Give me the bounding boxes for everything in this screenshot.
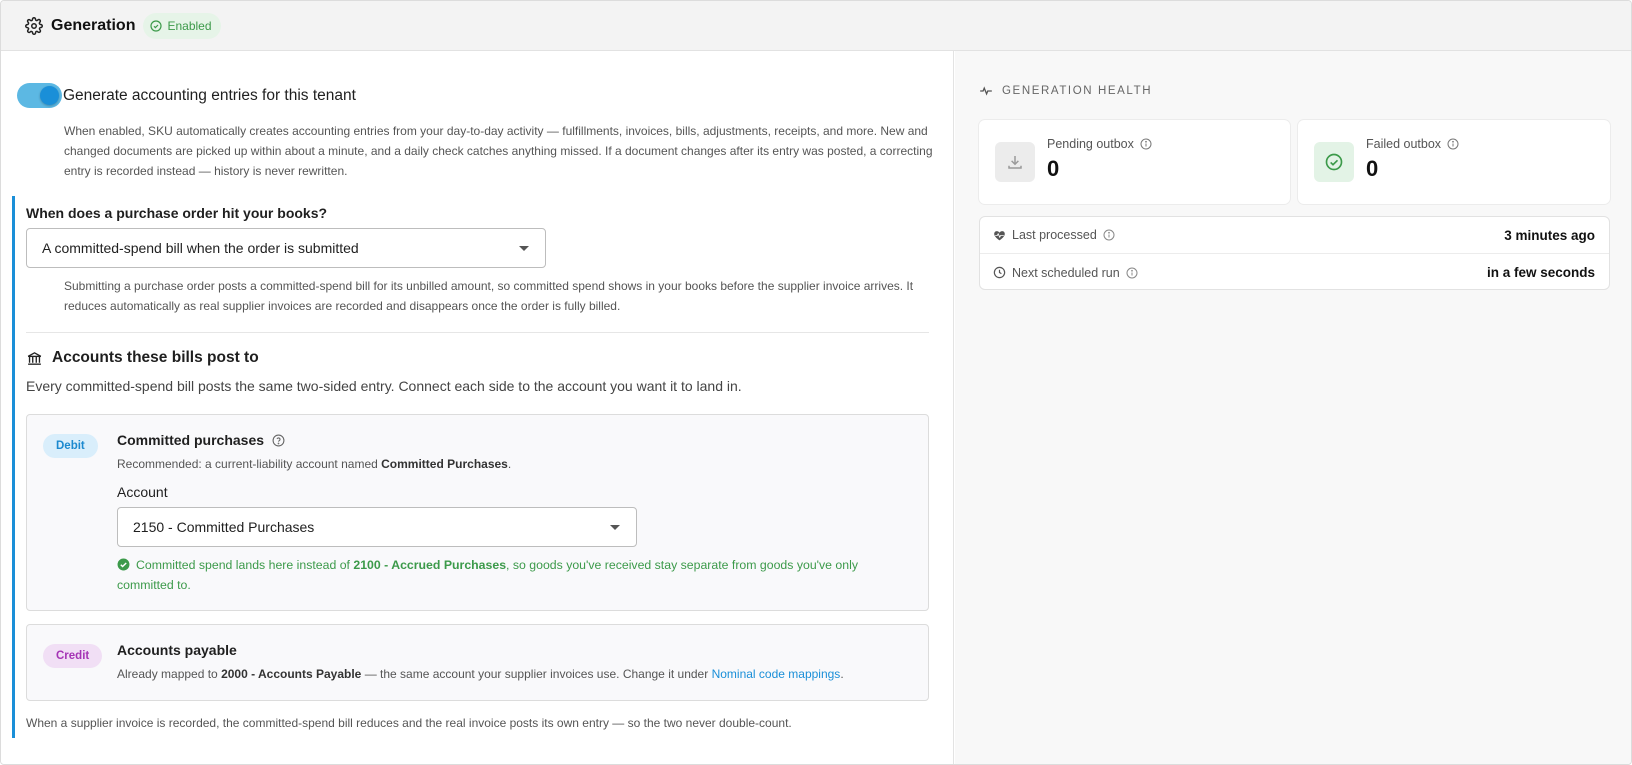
credit-desc-prefix: Already mapped to (117, 667, 222, 681)
generate-toggle-description: When enabled, SKU automatically creates … (64, 124, 933, 178)
generate-toggle-row: Generate accounting entries for this ten… (17, 83, 356, 108)
generate-toggle-label: Generate accounting entries for this ten… (63, 86, 356, 104)
credit-card: Credit Accounts payable Already mapped t… (26, 624, 929, 701)
chevron-down-icon (519, 246, 529, 251)
page-title: Generation (51, 16, 136, 34)
download-icon (995, 142, 1035, 182)
schedule-info-box: Last processed 3 minutes ago Next schedu… (979, 216, 1610, 290)
debit-card: Debit Committed purchases Recommended: a… (26, 414, 929, 611)
toggle-knob (40, 86, 59, 105)
check-circle-filled-icon (117, 558, 130, 571)
generation-health-title: GENERATION HEALTH (979, 84, 1152, 98)
status-badge: Enabled (143, 12, 221, 39)
failed-outbox-label-text: Failed outbox (1366, 137, 1442, 151)
section-accent-bar (12, 196, 15, 738)
debit-pill: Debit (43, 434, 98, 458)
generate-entries-toggle[interactable] (17, 83, 62, 108)
pending-outbox-card: Pending outbox 0 (979, 120, 1290, 204)
generation-settings-window: Generation Enabled Generate accounting e… (0, 0, 1632, 765)
settings-panel: Generate accounting entries for this ten… (1, 51, 954, 764)
account-field-label: Account (117, 484, 168, 500)
clock-icon (993, 266, 1006, 279)
failed-outbox-value: 0 (1366, 156, 1379, 181)
help-icon[interactable] (272, 434, 285, 447)
credit-desc-suffix: . (840, 667, 844, 681)
debit-note-prefix: Committed spend lands here instead of (136, 558, 354, 572)
next-run-row: Next scheduled run in a few seconds (980, 254, 1609, 291)
purchase-order-timing-description: Submitting a purchase order posts a comm… (64, 279, 914, 313)
health-panel: GENERATION HEALTH Pending outbox 0 Faile… (955, 51, 1631, 764)
purchase-order-timing-select[interactable]: A committed-spend bill when the order is… (26, 228, 546, 268)
info-icon[interactable] (1103, 229, 1115, 241)
failed-outbox-label: Failed outbox (1366, 137, 1459, 151)
credit-card-title: Accounts payable (117, 642, 237, 658)
last-processed-value: 3 minutes ago (1504, 227, 1595, 243)
debit-card-title: Committed purchases (117, 432, 285, 448)
check-circle-icon (1314, 142, 1354, 182)
info-icon[interactable] (1140, 138, 1152, 150)
pending-outbox-value: 0 (1047, 156, 1060, 181)
last-processed-row: Last processed 3 minutes ago (980, 217, 1609, 254)
health-title-text: GENERATION HEALTH (1002, 85, 1153, 97)
section-divider (26, 332, 929, 333)
next-run-label: Next scheduled run (993, 266, 1487, 280)
page-header: Generation Enabled (1, 1, 1631, 51)
credit-desc-mid: — the same account your supplier invoice… (361, 667, 712, 681)
debit-account-value: 2150 - Committed Purchases (133, 519, 315, 535)
status-badge-label: Enabled (167, 18, 212, 33)
debit-success-note: Committed spend lands here instead of 21… (117, 555, 907, 595)
pending-outbox-label-text: Pending outbox (1047, 137, 1134, 151)
nominal-code-mappings-link[interactable]: Nominal code mappings (712, 667, 841, 681)
next-run-value: in a few seconds (1486, 265, 1595, 280)
heart-pulse-icon (994, 230, 1005, 240)
debit-account-select[interactable]: 2150 - Committed Purchases (117, 507, 637, 547)
debit-rec-prefix: Recommended: a current-liability account… (117, 457, 382, 471)
check-circle-icon (150, 19, 163, 32)
credit-pill: Credit (43, 644, 103, 668)
failed-outbox-card: Failed outbox 0 (1298, 120, 1610, 204)
debit-rec-suffix: . (507, 457, 512, 471)
debit-note-account: 2100 - Accrued Purchases (353, 558, 507, 572)
credit-description: Already mapped to 2000 - Accounts Payabl… (117, 667, 844, 681)
debit-recommendation: Recommended: a current-liability account… (117, 457, 511, 471)
debit-title-text: Committed purchases (117, 432, 265, 448)
credit-desc-account: 2000 - Accounts Payable (221, 667, 362, 681)
purchase-order-question: When does a purchase order hit your book… (26, 205, 328, 221)
accounts-title-text: Accounts these bills post to (52, 349, 259, 366)
next-run-label-text: Next scheduled run (1012, 265, 1120, 280)
gear-icon (25, 16, 43, 35)
last-processed-label-text: Last processed (1012, 228, 1097, 242)
accounts-subtitle: Every committed-spend bill posts the sam… (26, 378, 742, 394)
activity-icon (980, 86, 992, 96)
purchase-order-timing-value: A committed-spend bill when the order is… (42, 240, 359, 256)
accounts-section-title: Accounts these bills post to (26, 349, 259, 367)
chevron-down-icon (610, 525, 620, 530)
last-processed-label: Last processed (993, 228, 1504, 242)
pending-outbox-label: Pending outbox (1047, 137, 1152, 151)
double-count-note: When a supplier invoice is recorded, the… (26, 716, 792, 730)
info-icon[interactable] (1126, 267, 1138, 279)
info-icon[interactable] (1447, 138, 1459, 150)
bank-icon (27, 351, 42, 365)
debit-rec-account: Committed Purchases (381, 457, 508, 471)
